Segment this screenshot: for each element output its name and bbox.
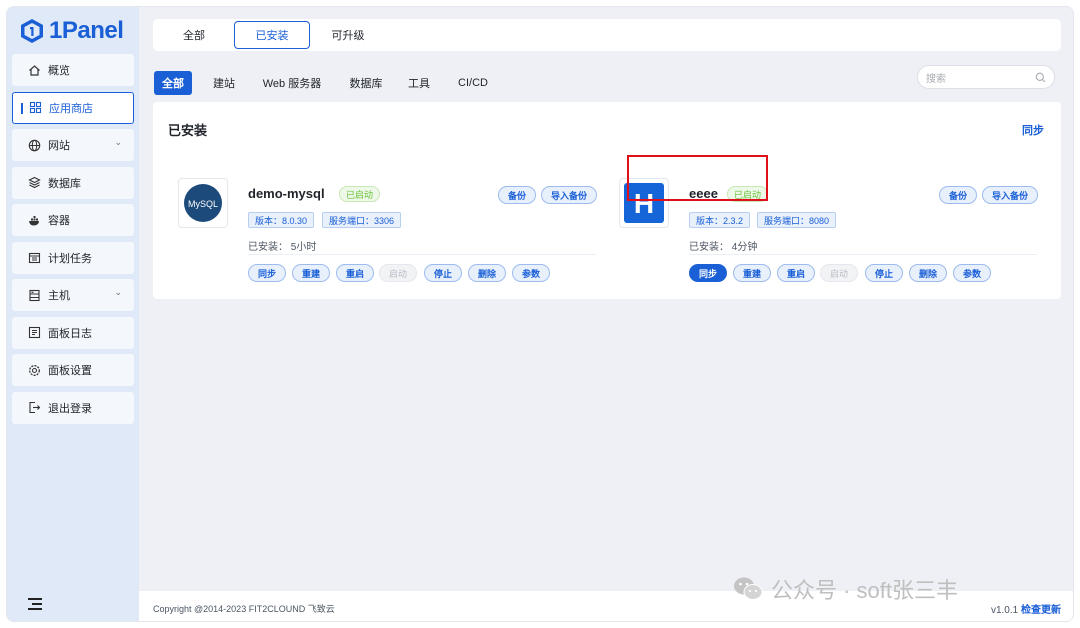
sync-button[interactable]: 同步 <box>248 264 287 282</box>
restart-button[interactable]: 重启 <box>777 264 816 282</box>
app-icon-mysql: MySQL <box>178 178 228 228</box>
gear-icon <box>29 364 40 376</box>
category-tools[interactable]: 工具 <box>401 71 437 95</box>
chevron-down-icon[interactable]: ⌄ <box>114 137 122 148</box>
search-placeholder: 搜索 <box>926 73 946 85</box>
sidebar-item-website[interactable]: 网站 ⌄ <box>12 129 134 161</box>
app-store-tabs: 全部 已安装 可升级 <box>153 19 1061 51</box>
tab-all[interactable]: 全部 <box>161 21 227 49</box>
sidebar-item-label: 退出登录 <box>48 402 92 415</box>
port-tag: 服务端口：3306 <box>322 212 402 228</box>
sidebar-item-panel-log[interactable]: 面板日志 <box>12 316 134 349</box>
sidebar-item-panel-settings[interactable]: 面板设置 <box>12 354 134 386</box>
tab-installed[interactable]: 已安装 <box>234 21 310 49</box>
divider <box>689 254 1037 255</box>
log-icon <box>28 326 41 339</box>
chevron-down-icon[interactable]: ⌄ <box>114 287 122 298</box>
wechat-icon <box>734 577 763 600</box>
category-website[interactable]: 建站 <box>204 71 244 95</box>
category-database[interactable]: 数据库 <box>341 71 391 95</box>
logout-icon <box>29 401 41 414</box>
rebuild-button[interactable]: 重建 <box>292 264 331 282</box>
installed-time: 已安装： 5小时 <box>248 242 317 253</box>
sidebar-item-overview[interactable]: 概览 <box>12 54 134 86</box>
backup-button[interactable]: 备份 <box>939 186 978 204</box>
sidebar-item-cron[interactable]: 计划任务 <box>12 241 134 274</box>
mysql-icon: MySQL <box>184 184 222 222</box>
status-badge: 已启动 <box>339 186 381 202</box>
layers-icon <box>28 176 41 189</box>
installed-panel: 已安装 同步 MySQL demo-mysql 已启动 备份 导入备份 版本：8… <box>153 102 1061 299</box>
logo-icon <box>21 19 43 43</box>
globe-icon <box>28 139 41 151</box>
mysql-icon-text: MySQL <box>188 199 218 209</box>
rebuild-button[interactable]: 重建 <box>733 264 772 282</box>
watermark-text: 公众号 · soft张三丰 <box>771 578 959 603</box>
sidebar-item-database[interactable]: 数据库 <box>12 166 134 199</box>
divider <box>248 254 596 255</box>
grid-icon <box>29 101 42 114</box>
sidebar-item-label: 网站 <box>48 140 70 152</box>
watermark: 公众号 · soft张三丰 <box>733 573 958 605</box>
delete-button[interactable]: 删除 <box>468 264 507 282</box>
home-icon <box>29 64 40 76</box>
installed-time: 已安装： 4分钟 <box>689 242 758 253</box>
sidebar-item-label: 计划任务 <box>48 252 92 265</box>
sync-button[interactable]: 同步 <box>689 264 728 282</box>
import-backup-button[interactable]: 导入备份 <box>541 186 598 204</box>
check-update-link[interactable]: 检查更新 <box>1021 605 1061 616</box>
start-button[interactable]: 启动 <box>820 264 859 282</box>
calendar-icon <box>28 252 41 264</box>
copyright-text: Copyright @2014-2023 FIT2CLOUND 飞致云 <box>153 604 335 614</box>
port-tag: 服务端口：8080 <box>757 212 837 228</box>
sidebar-item-logout[interactable]: 退出登录 <box>12 391 134 424</box>
stop-button[interactable]: 停止 <box>865 264 904 282</box>
restart-button[interactable]: 重启 <box>336 264 375 282</box>
sidebar-item-label: 面板设置 <box>48 365 92 377</box>
app-window: 1Panel 概览 应用商店 网站 ⌄ 数据库 容器 计划任务 主机 ⌄ 面板日… <box>6 6 1074 622</box>
version-tag: 版本：2.3.2 <box>689 212 751 228</box>
category-all[interactable]: 全部 <box>154 71 192 95</box>
sidebar-item-label: 面板日志 <box>48 327 92 340</box>
sidebar: 1Panel 概览 应用商店 网站 ⌄ 数据库 容器 计划任务 主机 ⌄ 面板日… <box>7 7 139 621</box>
params-button[interactable]: 参数 <box>512 264 551 282</box>
sidebar-item-label: 容器 <box>48 215 70 227</box>
search-input[interactable]: 搜索 <box>917 65 1055 89</box>
version-text: v1.0.1 <box>990 605 1019 616</box>
sidebar-item-label: 应用商店 <box>49 102 93 115</box>
delete-button[interactable]: 删除 <box>909 264 948 282</box>
sidebar-item-container[interactable]: 容器 <box>12 204 134 236</box>
sidebar-item-label: 概览 <box>48 65 70 77</box>
sidebar-item-label: 数据库 <box>48 177 81 190</box>
logo-text: 1Panel <box>49 17 124 44</box>
menu-collapse-icon[interactable] <box>27 597 43 611</box>
search-icon <box>1035 72 1046 83</box>
version-tag: 版本：8.0.30 <box>248 212 315 228</box>
docker-icon <box>29 215 39 225</box>
sync-all-link[interactable]: 同步 <box>1022 122 1044 138</box>
sidebar-item-label: 主机 <box>48 290 70 302</box>
app-card-demo-mysql: MySQL demo-mysql 已启动 备份 导入备份 版本：8.0.30 服… <box>178 178 598 288</box>
logo[interactable]: 1Panel <box>19 13 124 49</box>
category-cicd[interactable]: CI/CD <box>451 71 495 95</box>
highlight-box <box>627 155 768 201</box>
version-info: v1.0.1 检查更新 <box>991 601 1061 616</box>
server-icon <box>29 289 40 301</box>
start-button[interactable]: 启动 <box>379 264 418 282</box>
sidebar-item-app-store[interactable]: 应用商店 <box>12 91 134 124</box>
stop-button[interactable]: 停止 <box>424 264 463 282</box>
params-button[interactable]: 参数 <box>953 264 992 282</box>
app-name: demo-mysql <box>248 186 325 201</box>
import-backup-button[interactable]: 导入备份 <box>982 186 1039 204</box>
sidebar-item-host[interactable]: 主机 ⌄ <box>12 279 134 311</box>
panel-title: 已安装 <box>168 123 208 138</box>
backup-button[interactable]: 备份 <box>498 186 537 204</box>
category-web-server[interactable]: Web 服务器 <box>259 71 325 95</box>
sidebar-menu: 概览 应用商店 网站 ⌄ 数据库 容器 计划任务 主机 ⌄ 面板日志 面板设置 … <box>12 54 134 429</box>
tab-upgradable[interactable]: 可升级 <box>315 21 381 49</box>
